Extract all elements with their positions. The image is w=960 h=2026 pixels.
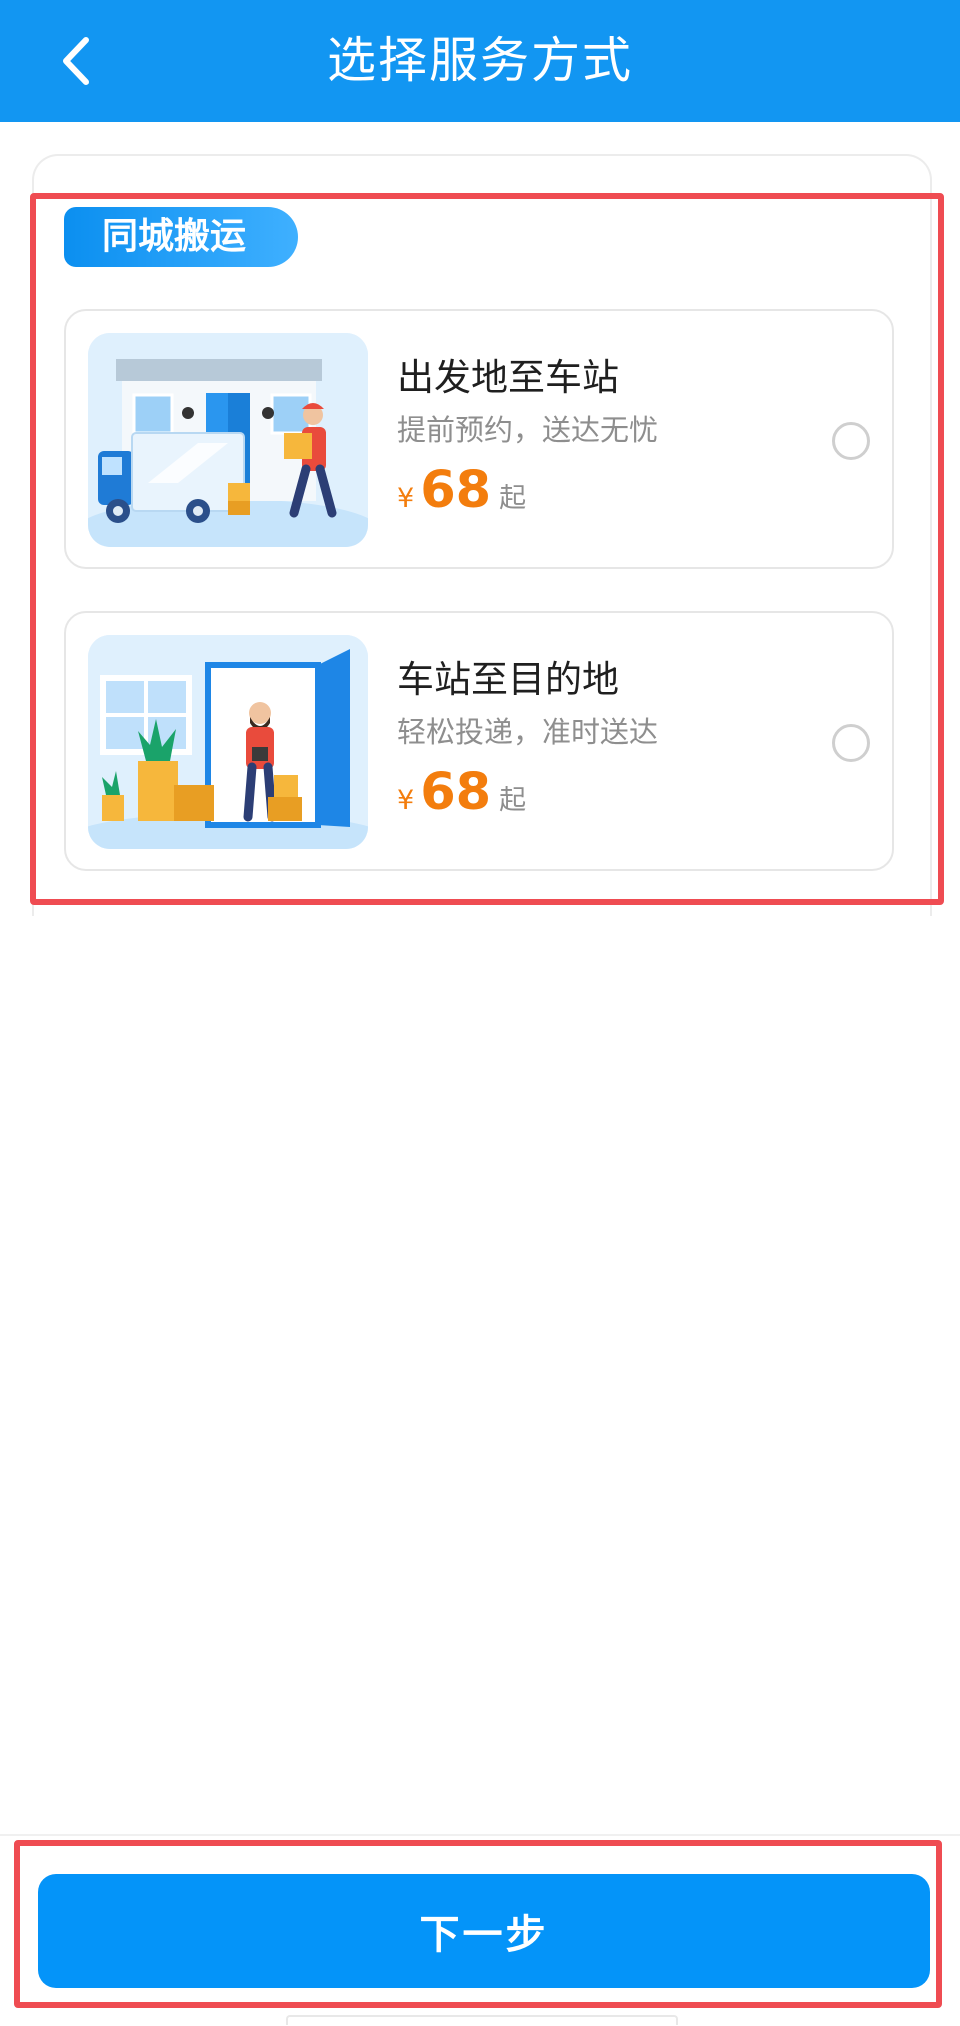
page-title: 选择服务方式	[326, 32, 633, 89]
delivery-doorway-illustration	[88, 635, 368, 849]
option-radio[interactable]	[832, 724, 870, 762]
section-badge: 同城搬运	[64, 207, 298, 267]
option-subtitle: 轻松投递，准时送达	[397, 715, 659, 749]
home-indicator	[286, 2015, 678, 2025]
price-suffix: 起	[499, 785, 527, 816]
option-radio[interactable]	[832, 422, 870, 460]
service-option-departure-to-station[interactable]: 出发地至车站 提前预约，送达无忧 ¥ 68 起	[64, 309, 894, 569]
price-suffix: 起	[499, 483, 527, 514]
currency-symbol: ¥	[397, 785, 415, 816]
moving-truck-illustration	[88, 333, 368, 547]
footer-divider	[0, 1834, 960, 1836]
price-amount: 68	[420, 763, 492, 822]
next-step-button[interactable]: 下一步	[38, 1874, 930, 1988]
option-title: 车站至目的地	[397, 658, 619, 701]
option-price: ¥ 68 起	[397, 763, 526, 822]
price-amount: 68	[420, 461, 492, 520]
option-subtitle: 提前预约，送达无忧	[397, 413, 659, 447]
option-price: ¥ 68 起	[397, 461, 526, 520]
currency-symbol: ¥	[397, 483, 415, 514]
option-title: 出发地至车站	[397, 356, 619, 399]
service-option-station-to-destination[interactable]: 车站至目的地 轻松投递，准时送达 ¥ 68 起	[64, 611, 894, 871]
header-bar: 选择服务方式	[0, 0, 960, 122]
